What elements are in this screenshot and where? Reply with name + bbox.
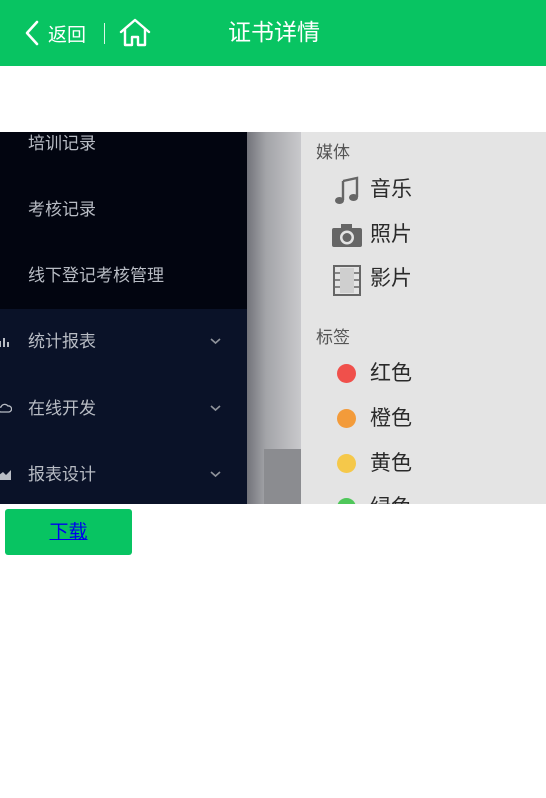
top-navigation-bar: 返回 证书详情 xyxy=(0,0,546,66)
certificate-finder-sidebar: 媒体 音乐 照片 影片 标签 红色 橙色 黄色 xyxy=(301,132,546,504)
certificate-left-menu: 培训记录 考核记录 线下登记考核管理 统计报表 在线开发 报表设计 xyxy=(0,132,247,504)
tag-item: 红色 xyxy=(331,353,531,393)
menu-item-label: 线下登记考核管理 xyxy=(28,266,164,286)
menu-item-label: 培训记录 xyxy=(28,134,96,154)
certificate-image: 培训记录 考核记录 线下登记考核管理 统计报表 在线开发 报表设计 媒体 音乐 … xyxy=(0,132,546,504)
finder-item: 照片 xyxy=(331,214,531,254)
chevron-left-icon xyxy=(25,20,39,46)
tag-label: 橙色 xyxy=(370,406,412,430)
tags-section-title: 标签 xyxy=(316,328,350,348)
tag-label: 绿色 xyxy=(370,487,412,504)
menu-item: 在线开发 xyxy=(0,389,247,429)
menu-item-label: 考核记录 xyxy=(28,200,96,220)
finder-item-label: 照片 xyxy=(370,222,412,246)
download-link[interactable]: 下载 xyxy=(49,521,87,543)
menu-item: 报表设计 xyxy=(0,455,247,495)
finder-item-label: 音乐 xyxy=(370,177,412,201)
back-label: 返回 xyxy=(48,23,87,46)
download-button[interactable]: 下载 xyxy=(5,509,132,555)
finder-item-label: 影片 xyxy=(370,266,412,290)
cloud-icon xyxy=(0,403,12,413)
finder-item: 影片 xyxy=(331,258,531,298)
header-divider xyxy=(104,23,105,44)
area-chart-icon xyxy=(0,470,11,480)
back-button[interactable]: 返回 xyxy=(22,18,86,48)
strip-lower-bg xyxy=(264,449,301,504)
menu-item: 培训记录 xyxy=(0,132,247,164)
tag-item: 绿色 xyxy=(331,487,531,504)
tag-item: 黄色 xyxy=(331,443,531,483)
music-icon xyxy=(335,176,359,204)
tag-color-dot xyxy=(337,498,356,504)
menu-item: 统计报表 xyxy=(0,322,247,362)
finder-item: 音乐 xyxy=(331,169,531,209)
tag-color-dot xyxy=(337,454,356,473)
page-title: 证书详情 xyxy=(228,20,320,46)
chevron-down-icon xyxy=(210,405,221,412)
chevron-down-icon xyxy=(210,471,221,478)
tag-color-dot xyxy=(337,409,356,428)
certificate-middle-strip xyxy=(247,132,301,504)
tag-item: 橙色 xyxy=(331,398,531,438)
chevron-down-icon xyxy=(210,338,221,345)
camera-icon xyxy=(332,224,362,247)
media-section-title: 媒体 xyxy=(316,143,350,163)
menu-item: 线下登记考核管理 xyxy=(0,256,247,296)
bar-chart-icon xyxy=(0,338,9,347)
home-icon[interactable] xyxy=(118,16,152,50)
tag-color-dot xyxy=(337,364,356,383)
film-icon xyxy=(333,265,361,296)
menu-item-label: 统计报表 xyxy=(28,332,96,352)
tag-label: 黄色 xyxy=(370,451,412,475)
tag-label: 红色 xyxy=(370,361,412,385)
menu-item: 考核记录 xyxy=(0,190,247,230)
menu-item-label: 报表设计 xyxy=(28,465,96,485)
menu-item-label: 在线开发 xyxy=(28,399,96,419)
